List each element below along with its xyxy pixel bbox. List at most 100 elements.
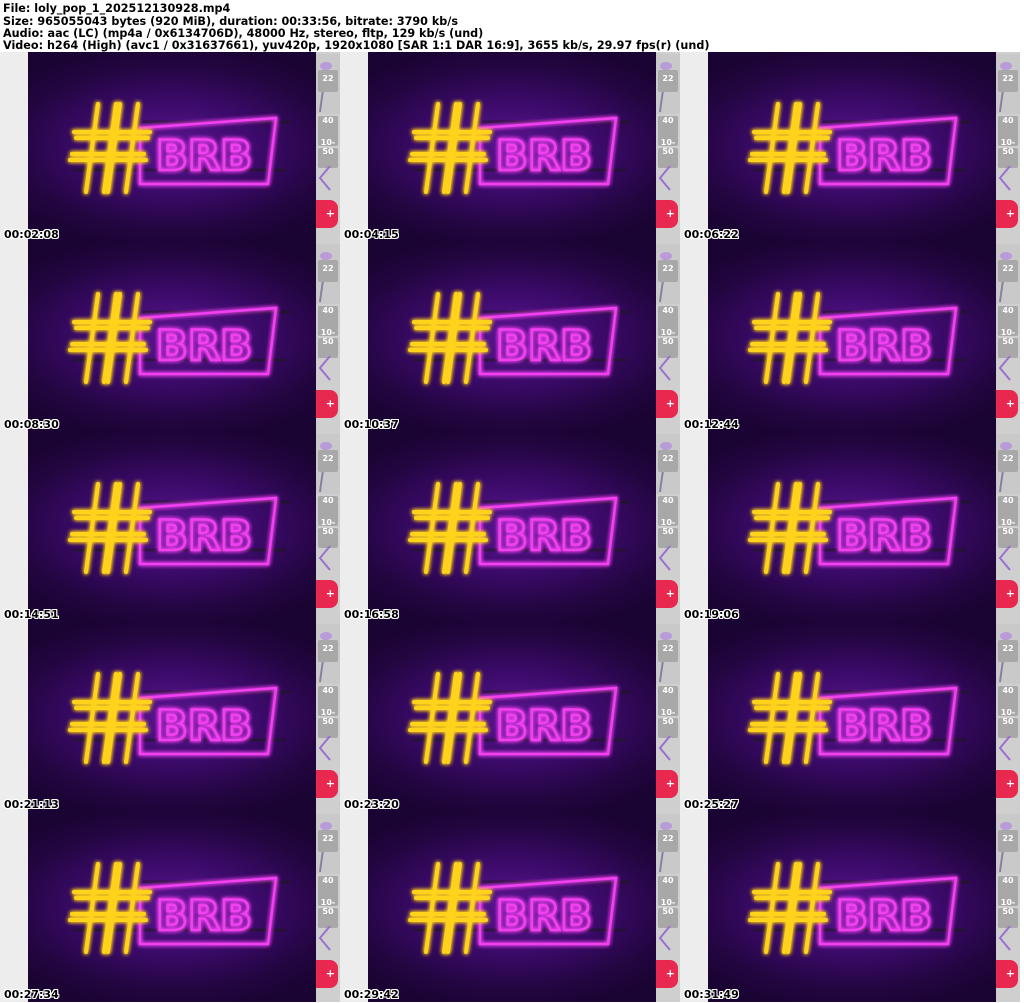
- add-pill-button: +: [656, 580, 678, 608]
- side-panel: 22 40 10-50 +: [996, 52, 1020, 242]
- add-pill-button: +: [996, 770, 1018, 798]
- side-value: 10-50: [660, 138, 676, 156]
- side-value: 40: [1002, 876, 1014, 885]
- side-panel: 22 40 10-50 +: [316, 52, 340, 242]
- video-thumbnail: BRB 22 40 10-50 +00:23:20: [340, 622, 680, 812]
- timestamp: 00:23:20: [344, 798, 399, 811]
- frame-left-bar: [680, 622, 708, 812]
- frame-left-bar: [340, 812, 368, 1002]
- brb-neon-sign-icon: BRB: [68, 672, 290, 764]
- side-value: 10-50: [320, 328, 336, 346]
- add-pill-button: +: [996, 200, 1018, 228]
- frame-main: BRB: [28, 52, 316, 242]
- brb-text: BRB: [836, 321, 932, 370]
- frame-left-bar: [680, 52, 708, 242]
- video-thumbnail: BRB 22 40 10-50 +00:04:15: [340, 52, 680, 242]
- video-thumbnail: BRB 22 40 10-50 + 00:19:06: [680, 432, 1020, 622]
- brb-neon-sign-icon: BRB: [408, 292, 630, 384]
- timestamp: 00:19:06: [684, 608, 739, 621]
- frame-main: BRB: [368, 622, 656, 812]
- frame-left-bar: [340, 622, 368, 812]
- frame-left-bar: [340, 242, 368, 432]
- chevron-icon: [998, 545, 1011, 571]
- brb-neon-sign-icon: BRB: [748, 482, 970, 574]
- side-value: 22: [322, 264, 334, 273]
- side-value: 40: [322, 116, 334, 125]
- brb-text: BRB: [496, 321, 592, 370]
- brb-text: BRB: [156, 511, 252, 560]
- frame-main: BRB: [368, 432, 656, 622]
- video-thumbnail: BRB 22 40 10-50 +00:10:37: [340, 242, 680, 432]
- brb-neon-sign-icon: BRB: [68, 482, 290, 574]
- side-value: 40: [322, 686, 334, 695]
- chevron-icon: [998, 925, 1011, 951]
- side-value: 40: [662, 686, 674, 695]
- timestamp: 00:31:49: [684, 988, 739, 1001]
- add-pill-button: +: [316, 200, 338, 228]
- brb-text: BRB: [156, 701, 252, 750]
- add-pill-button: +: [656, 960, 678, 988]
- video-thumbnail: BRB 22 40 10-50 +00:08:30: [0, 242, 340, 432]
- frame-main: BRB: [368, 812, 656, 1002]
- side-value: 22: [662, 454, 674, 463]
- side-value: 22: [1002, 74, 1014, 83]
- side-panel: 22 40 10-50 +: [996, 432, 1020, 622]
- side-value: 10-50: [1000, 708, 1016, 726]
- chevron-icon: [998, 165, 1011, 191]
- chevron-icon: [318, 735, 331, 761]
- side-panel: 22 40 10-50 +: [996, 812, 1020, 1002]
- frame-main: BRB: [28, 242, 316, 432]
- side-panel: 22 40 10-50 +: [996, 622, 1020, 812]
- thumbnail-grid: BRB 22 40 10-50 +00:02:08 BRB 22 40 10-50 +00:04:…: [0, 52, 1024, 1003]
- frame-left-bar: [0, 432, 28, 622]
- add-pill-button: +: [656, 200, 678, 228]
- side-panel: 22 40 10-50 +: [656, 52, 680, 242]
- file-info: File: loly_pop_1_202512130928.mp4: [3, 2, 231, 15]
- frame-left-bar: [0, 242, 28, 432]
- brb-text: BRB: [156, 131, 252, 180]
- add-pill-button: +: [316, 770, 338, 798]
- chevron-icon: [998, 735, 1011, 761]
- side-value: 40: [322, 306, 334, 315]
- add-pill-button: +: [316, 390, 338, 418]
- timestamp: 00:02:08: [4, 228, 59, 241]
- brb-neon-sign-icon: BRB: [748, 672, 970, 764]
- frame-main: BRB: [368, 52, 656, 242]
- chevron-icon: [658, 165, 671, 191]
- side-value: 10-50: [1000, 328, 1016, 346]
- video-thumbnail: BRB 22 40 10-50 +00:14:51: [0, 432, 340, 622]
- side-panel: 22 40 10-50 +: [656, 242, 680, 432]
- chevron-icon: [658, 735, 671, 761]
- add-pill-button: +: [996, 390, 1018, 418]
- timestamp: 00:14:51: [4, 608, 59, 621]
- brb-text: BRB: [156, 321, 252, 370]
- frame-left-bar: [0, 812, 28, 1002]
- side-value: 10-50: [320, 708, 336, 726]
- frame-main: BRB: [708, 52, 996, 242]
- side-value: 10-50: [1000, 518, 1016, 536]
- timestamp: 00:27:34: [4, 988, 59, 1001]
- side-panel: 22 40 10-50 +: [656, 812, 680, 1002]
- brb-neon-sign-icon: BRB: [68, 862, 290, 954]
- side-value: 40: [662, 496, 674, 505]
- brb-neon-sign-icon: BRB: [68, 102, 290, 194]
- video-thumbnail: BRB 22 40 10-50 +00:25:27: [680, 622, 1020, 812]
- brb-neon-sign-icon: BRB: [748, 862, 970, 954]
- side-value: 10-50: [660, 898, 676, 916]
- timestamp: 00:29:42: [344, 988, 399, 1001]
- side-panel: 22 40 10-50 +: [656, 622, 680, 812]
- frame-main: BRB: [28, 622, 316, 812]
- side-value: 40: [1002, 306, 1014, 315]
- brb-text: BRB: [496, 511, 592, 560]
- side-value: 22: [662, 644, 674, 653]
- video-thumbnail: BRB 22 40 10-50 +00:06:22: [680, 52, 1020, 242]
- frame-main: BRB: [708, 242, 996, 432]
- side-value: 10-50: [1000, 898, 1016, 916]
- side-value: 10-50: [660, 328, 676, 346]
- chevron-icon: [318, 165, 331, 191]
- video-thumbnail: BRB 22 40 10-50 +00:21:13: [0, 622, 340, 812]
- add-pill-button: +: [996, 960, 1018, 988]
- chevron-icon: [658, 545, 671, 571]
- frame-left-bar: [0, 622, 28, 812]
- add-pill-button: +: [656, 390, 678, 418]
